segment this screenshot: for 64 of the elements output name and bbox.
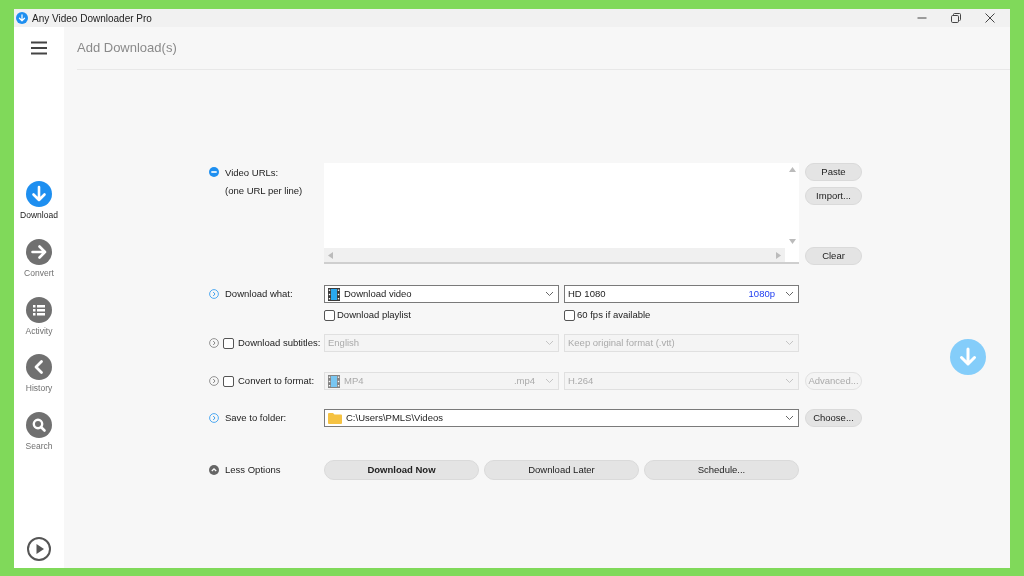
- checkbox[interactable]: [324, 309, 335, 321]
- checkbox[interactable]: [223, 375, 234, 387]
- film-icon: [328, 287, 340, 301]
- url-input-field[interactable]: [324, 163, 799, 264]
- button[interactable]: Clear: [805, 247, 862, 265]
- scroll-left-icon[interactable]: [328, 251, 333, 259]
- caret-icon: [785, 291, 794, 297]
- download-type-dropdown[interactable]: Download video: [324, 285, 559, 303]
- checkbox-label: Download playlist: [337, 308, 411, 322]
- folder-dropdown[interactable]: C:\Users\PMLS\Videos: [324, 409, 799, 428]
- menu-icon[interactable]: [31, 41, 47, 55]
- scroll-right-icon[interactable]: [776, 251, 781, 259]
- field-label: Save to folder:: [225, 411, 287, 426]
- caret-icon: [785, 378, 794, 385]
- button[interactable]: Download Later: [484, 460, 639, 481]
- scroll-up-icon[interactable]: [788, 167, 796, 172]
- options-toggle[interactable]: Less Options: [225, 463, 281, 478]
- checkbox-label: 60 fps if available: [577, 308, 651, 322]
- button[interactable]: Choose...: [805, 409, 862, 428]
- caret-icon: [545, 340, 554, 347]
- collapse-icon[interactable]: [209, 167, 219, 177]
- field-hint: (one URL per line): [225, 184, 303, 199]
- folder-icon: [328, 412, 342, 424]
- collapse-icon[interactable]: [209, 465, 219, 476]
- sidebar-item[interactable]: Download: [20, 181, 58, 222]
- sidebar-item[interactable]: History: [25, 354, 53, 395]
- film-icon: [328, 374, 340, 388]
- app-logo-icon: [16, 12, 28, 24]
- list-icon: [26, 296, 52, 323]
- button[interactable]: Paste: [805, 163, 862, 181]
- field-label: Download subtitles:: [238, 336, 321, 351]
- window-title: Any Video Downloader Pro: [32, 11, 152, 26]
- caret-icon: [545, 378, 554, 385]
- sidebar-item[interactable]: Convert: [24, 238, 54, 280]
- button[interactable]: Download Now: [324, 460, 479, 481]
- sidebar-item[interactable]: Search: [25, 412, 53, 453]
- search-icon: [26, 412, 52, 438]
- quality-dropdown[interactable]: HD 1080 1080p: [564, 285, 799, 303]
- restore-icon[interactable]: [951, 13, 961, 23]
- caret-icon: [785, 340, 794, 347]
- page-title: Add Download(s): [77, 39, 177, 58]
- scroll-down-icon[interactable]: [788, 239, 796, 244]
- left-chevron-icon: [26, 354, 52, 381]
- play-icon[interactable]: [27, 537, 51, 561]
- sidebar-item[interactable]: Activity: [25, 296, 53, 338]
- checkbox[interactable]: [564, 309, 575, 321]
- start-download-button[interactable]: [950, 339, 986, 375]
- expand-icon[interactable]: [209, 413, 219, 424]
- field-label: Download what:: [225, 286, 293, 301]
- button[interactable]: Schedule...: [644, 460, 799, 481]
- horizontal-scrollbar[interactable]: [324, 248, 785, 262]
- caret-icon: [785, 415, 794, 422]
- field-label: Convert to format:: [238, 374, 315, 389]
- down-arrow-icon: [958, 347, 978, 367]
- checkbox[interactable]: [223, 337, 234, 349]
- button[interactable]: Import...: [805, 187, 862, 205]
- download-icon: [26, 181, 52, 207]
- close-icon[interactable]: [985, 13, 995, 23]
- caret-icon: [545, 291, 554, 297]
- resolution-tag: 1080p: [748, 286, 775, 302]
- expand-icon[interactable]: [209, 289, 219, 299]
- field-label: Video URLs:: [225, 166, 280, 180]
- expand-icon[interactable]: [209, 376, 219, 387]
- expand-icon[interactable]: [209, 338, 219, 349]
